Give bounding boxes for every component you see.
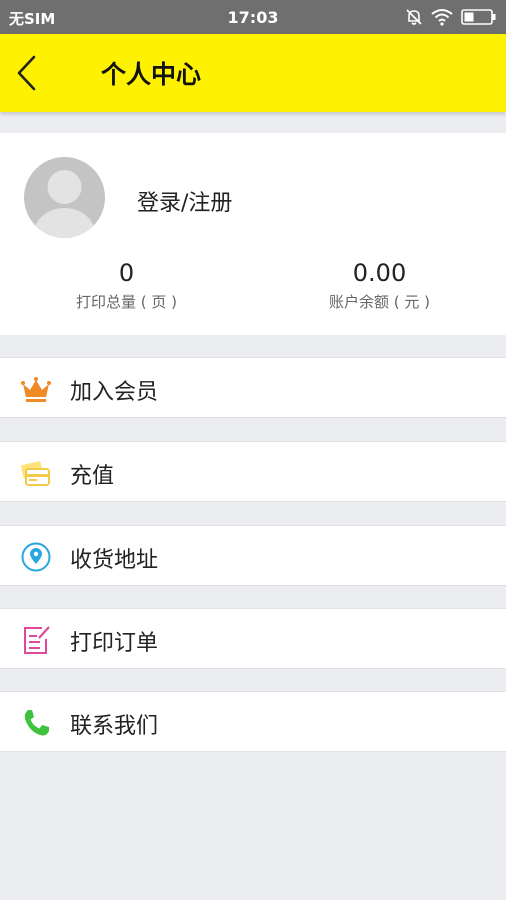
avatar[interactable] <box>24 157 105 238</box>
back-arrow-icon[interactable] <box>14 54 44 92</box>
menu-item-membership[interactable]: 加入会员 <box>0 357 506 418</box>
profile-card: 登录/注册 0 打印总量 ( 页 ) 0.00 账户余额 ( 元 ) <box>0 133 506 335</box>
balance-stat: 0.00 账户余额 ( 元 ) <box>253 259 506 312</box>
print-total-value: 0 <box>118 259 135 287</box>
menu-item-print-orders[interactable]: 打印订单 <box>0 608 506 669</box>
status-icons <box>405 7 497 27</box>
login-register-link[interactable]: 登录/注册 <box>137 185 232 217</box>
card-icon <box>21 461 50 486</box>
page-title: 个人中心 <box>101 60 202 89</box>
balance-value: 0.00 <box>352 259 407 287</box>
mute-bell-icon <box>406 9 422 25</box>
order-edit-icon <box>24 626 50 654</box>
balance-label: 账户余额 ( 元 ) <box>328 293 430 311</box>
menu-item-label: 加入会员 <box>70 380 159 405</box>
wifi-icon <box>431 9 453 26</box>
menu-item-address[interactable]: 收货地址 <box>0 525 506 586</box>
battery-icon <box>461 9 496 25</box>
app-header: 个人中心 <box>0 34 506 112</box>
menu-item-contact-us[interactable]: 联系我们 <box>0 691 506 752</box>
location-pin-icon <box>21 542 51 572</box>
menu-item-label: 联系我们 <box>70 714 159 739</box>
crown-icon <box>21 377 51 402</box>
menu-item-label: 充值 <box>70 464 115 489</box>
status-bar: 无SIM 17:03 <box>0 0 506 34</box>
print-total-stat: 0 打印总量 ( 页 ) <box>0 259 253 312</box>
menu-item-label: 收货地址 <box>70 548 159 573</box>
print-total-label: 打印总量 ( 页 ) <box>75 293 177 311</box>
menu-item-label: 打印订单 <box>70 631 159 656</box>
phone-icon <box>24 710 49 736</box>
menu-item-recharge[interactable]: 充值 <box>0 441 506 502</box>
